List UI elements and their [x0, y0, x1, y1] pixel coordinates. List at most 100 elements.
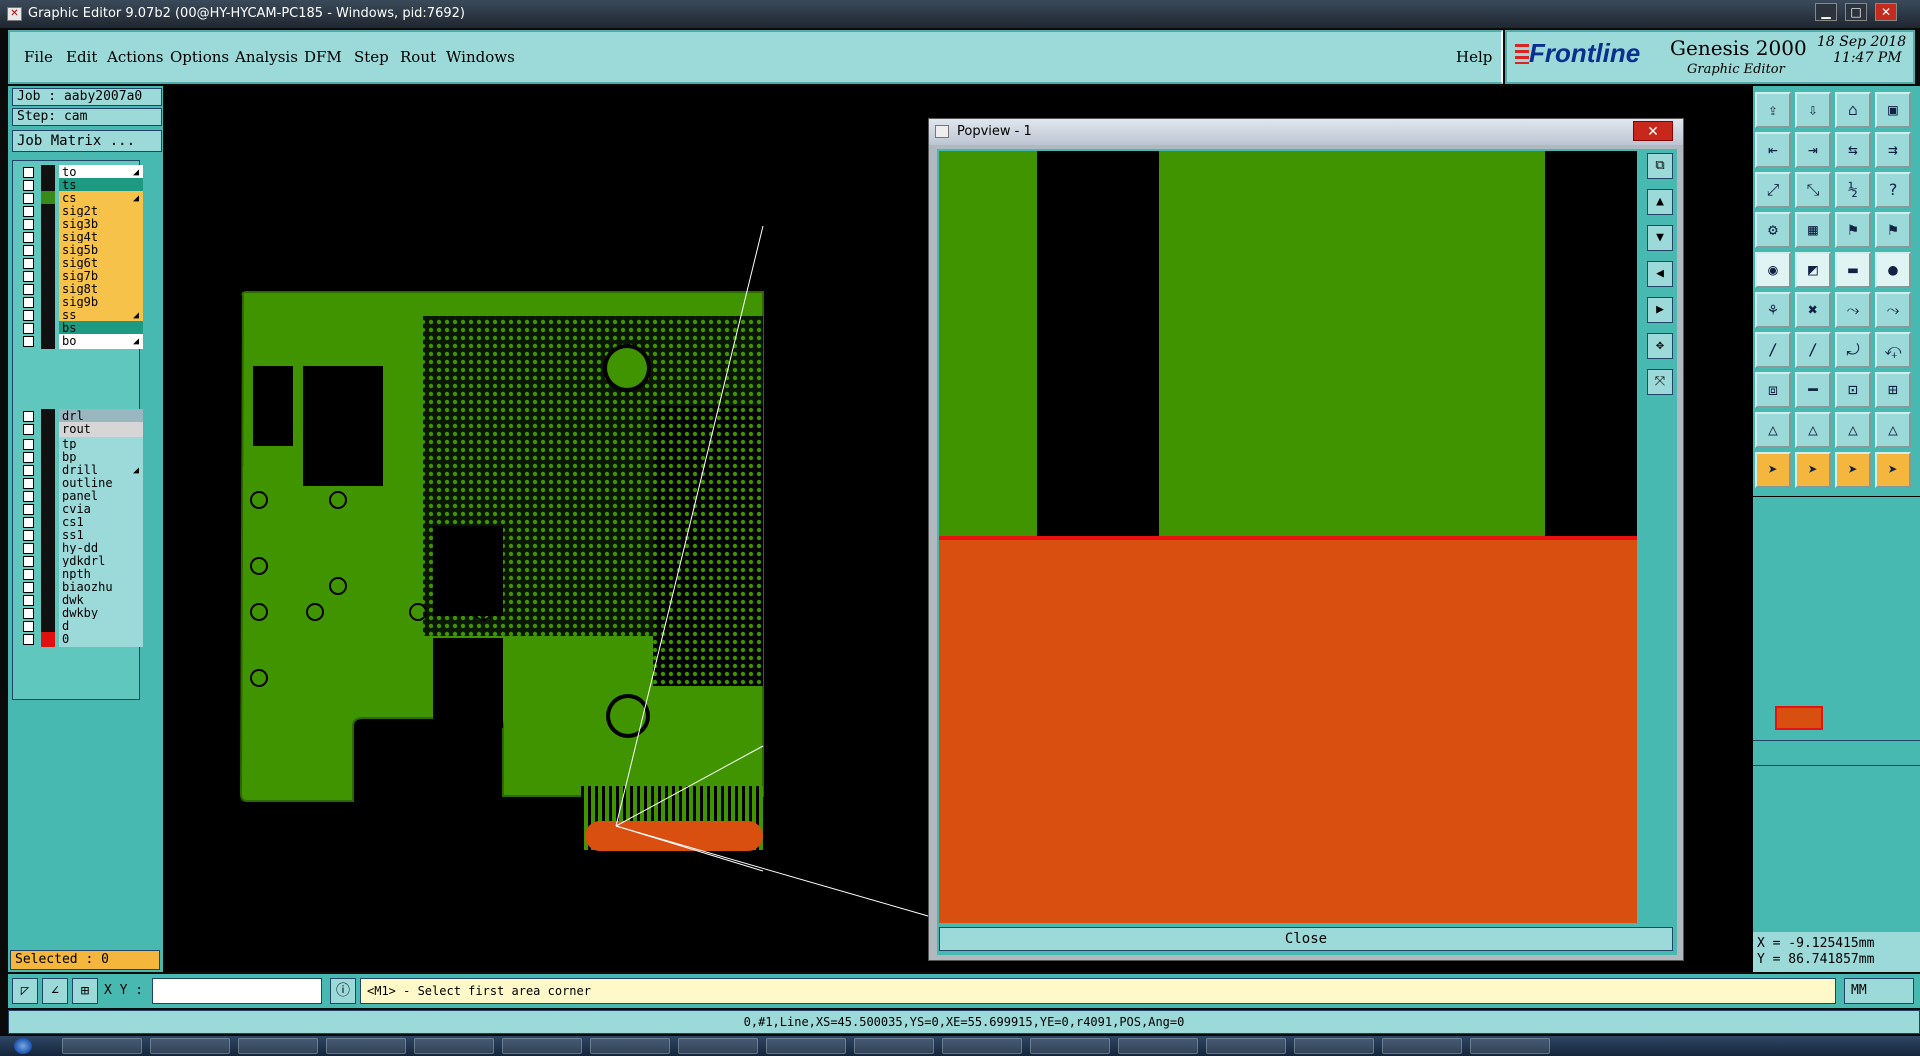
menu-windows[interactable]: Windows	[446, 48, 515, 66]
zoom-center-icon[interactable]: ⤡	[1795, 172, 1831, 208]
draw-line-icon[interactable]: ∕	[1755, 332, 1791, 368]
maximize-button[interactable]: □	[1845, 3, 1867, 21]
layer-checkbox[interactable]	[23, 504, 34, 515]
scale-icon[interactable]: ½	[1835, 172, 1871, 208]
popview-fit-icon[interactable]: ⧉	[1647, 153, 1673, 179]
layer-checkbox[interactable]	[23, 491, 34, 502]
mark1-icon[interactable]: ⚑	[1835, 212, 1871, 248]
layer-checkbox[interactable]	[23, 465, 34, 476]
feature-select-icon[interactable]: ◉	[1755, 252, 1791, 288]
pad-icon[interactable]: ●	[1875, 252, 1911, 288]
tri4-icon[interactable]: △	[1875, 412, 1911, 448]
move-icon[interactable]: ⤳	[1835, 292, 1871, 328]
measure-icon[interactable]: ⧈	[1755, 372, 1791, 408]
net-icon[interactable]: ⚘	[1755, 292, 1791, 328]
home-icon[interactable]: ⌂	[1835, 92, 1871, 128]
taskbar-item[interactable]	[942, 1038, 1022, 1054]
close-button[interactable]: ✕	[1875, 3, 1897, 21]
taskbar-item[interactable]	[326, 1038, 406, 1054]
measure-icon[interactable]: ∠	[42, 978, 68, 1004]
redraw-icon[interactable]: ⇉	[1875, 132, 1911, 168]
menu-help[interactable]: Help	[1456, 48, 1492, 66]
layer-checkbox[interactable]	[23, 206, 34, 217]
tri3-icon[interactable]: △	[1835, 412, 1871, 448]
layer-color-swatch[interactable]	[41, 422, 55, 437]
menu-dfm[interactable]: DFM	[304, 48, 342, 66]
layer-checkbox[interactable]	[23, 530, 34, 541]
popview-close-button[interactable]: Close	[939, 927, 1673, 951]
layer-checkbox[interactable]	[23, 556, 34, 567]
taskbar-item[interactable]	[1030, 1038, 1110, 1054]
layer-color-swatch[interactable]	[41, 632, 55, 647]
layer-name[interactable]: bo	[59, 334, 143, 349]
pointer4-icon[interactable]: ➤	[1875, 452, 1911, 488]
minimize-button[interactable]: ▁	[1815, 3, 1837, 21]
taskbar-item[interactable]	[1382, 1038, 1462, 1054]
layer-checkbox[interactable]	[23, 439, 34, 450]
taskbar-item[interactable]	[502, 1038, 582, 1054]
tri2-icon[interactable]: △	[1795, 412, 1831, 448]
feature-mode-icon[interactable]: ◩	[1795, 252, 1831, 288]
hline-icon[interactable]: ━	[1795, 372, 1831, 408]
layer-checkbox[interactable]	[23, 323, 34, 334]
menu-options[interactable]: Options	[170, 48, 229, 66]
layer-checkbox[interactable]	[23, 219, 34, 230]
taskbar-item[interactable]	[62, 1038, 142, 1054]
taskbar-item[interactable]	[766, 1038, 846, 1054]
layer-color-swatch[interactable]	[41, 334, 55, 349]
layer-checkbox[interactable]	[23, 336, 34, 347]
layer-checkbox[interactable]	[23, 543, 34, 554]
popview-shrink-icon[interactable]: ⤧	[1647, 369, 1673, 395]
layer-checkbox[interactable]	[23, 411, 34, 422]
taskbar-item[interactable]	[1206, 1038, 1286, 1054]
popview-zoom-in-icon[interactable]: ▲	[1647, 189, 1673, 215]
pan-left-icon[interactable]: ⇤	[1755, 132, 1791, 168]
copy-icon[interactable]: ⤳	[1875, 292, 1911, 328]
help-icon[interactable]: ?	[1875, 172, 1911, 208]
layer-checkbox[interactable]	[23, 582, 34, 593]
layer-row-bo[interactable]: bo ◢	[19, 334, 143, 349]
options-icon[interactable]: ⚙	[1755, 212, 1791, 248]
layer-checkbox[interactable]	[23, 517, 34, 528]
pan-right-icon[interactable]: ⇥	[1795, 132, 1831, 168]
layer-checkbox[interactable]	[23, 167, 34, 178]
menu-file[interactable]: File	[24, 48, 53, 66]
grid-icon[interactable]: ▦	[1795, 212, 1831, 248]
draw-arc-icon[interactable]: ∕	[1795, 332, 1831, 368]
layer-checkbox[interactable]	[23, 621, 34, 632]
xy-input[interactable]	[152, 978, 322, 1004]
layer-checkbox[interactable]	[23, 245, 34, 256]
layer-row-0[interactable]: 0	[19, 632, 143, 647]
popview-pan-left-icon[interactable]: ◀	[1647, 261, 1673, 287]
pointer2-icon[interactable]: ➤	[1795, 452, 1831, 488]
overview-map[interactable]	[1753, 656, 1920, 766]
arc-cw-icon[interactable]: ⤾	[1835, 332, 1871, 368]
layer-row-rout[interactable]: rout	[19, 422, 143, 437]
layer-up-icon[interactable]: ⇪	[1755, 92, 1791, 128]
layer-checkbox[interactable]	[23, 284, 34, 295]
layer-checkbox[interactable]	[23, 258, 34, 269]
pointer3-icon[interactable]: ➤	[1835, 452, 1871, 488]
layer-checkbox[interactable]	[23, 193, 34, 204]
taskbar-item[interactable]	[678, 1038, 758, 1054]
tri1-icon[interactable]: △	[1755, 412, 1791, 448]
layer-checkbox[interactable]	[23, 424, 34, 435]
popview-window[interactable]: Popview - 1 ✕ ⧉ ▲ ▼ ◀ ▶ ✥ ⤧ Close	[928, 118, 1684, 961]
taskbar-item[interactable]	[414, 1038, 494, 1054]
layer-checkbox[interactable]	[23, 452, 34, 463]
menu-analysis[interactable]: Analysis	[235, 48, 298, 66]
swap-icon[interactable]: ⇆	[1835, 132, 1871, 168]
job-matrix-button[interactable]: Job Matrix ...	[12, 130, 162, 152]
start-icon[interactable]	[14, 1038, 32, 1054]
layer-checkbox[interactable]	[23, 634, 34, 645]
frame-icon[interactable]: ⊡	[1835, 372, 1871, 408]
popview-expand-icon[interactable]: ✥	[1647, 333, 1673, 359]
mark2-icon[interactable]: ⚑	[1875, 212, 1911, 248]
delete-icon[interactable]: ✖	[1795, 292, 1831, 328]
taskbar-item[interactable]	[854, 1038, 934, 1054]
taskbar-item[interactable]	[238, 1038, 318, 1054]
layer-checkbox[interactable]	[23, 232, 34, 243]
layer-checkbox[interactable]	[23, 608, 34, 619]
split-icon[interactable]: ⊞	[1875, 372, 1911, 408]
layer-checkbox[interactable]	[23, 569, 34, 580]
